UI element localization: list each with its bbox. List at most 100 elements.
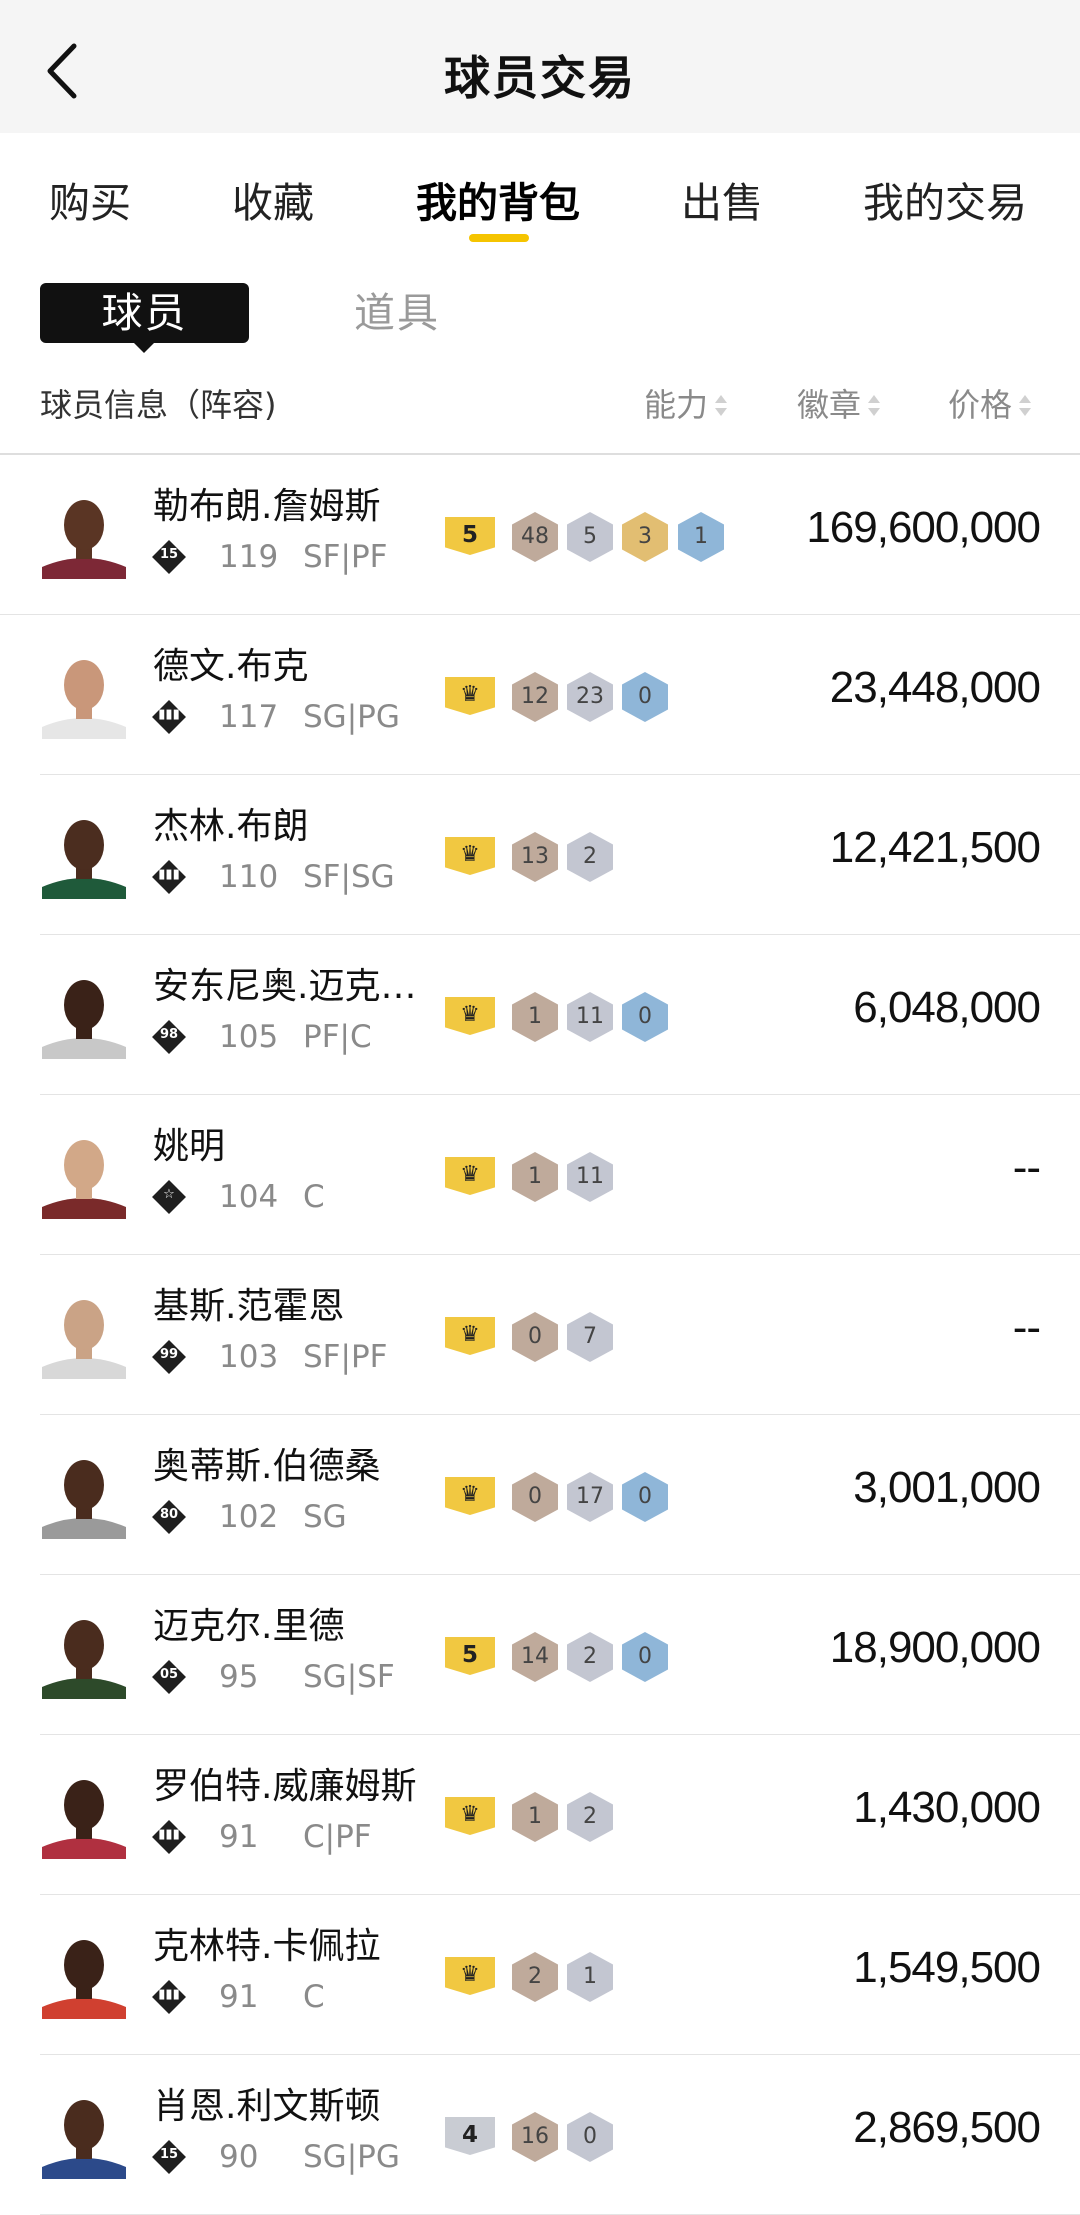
player-row[interactable]: 姚明 ☆ 104 C ♛ 1 11 --: [0, 1095, 1080, 1255]
player-row[interactable]: 德文.布克 ▮▮▮ 117 SG|PG ♛ 12 23 0 23,448,000: [0, 615, 1080, 775]
subtab-players[interactable]: 球员: [40, 283, 249, 343]
player-price: 18,900,000: [829, 1623, 1041, 1672]
crown-tier-icon: ♛: [445, 677, 495, 715]
player-row[interactable]: 迈克尔.里德 05 95 SG|SF 5 14 2 0 18,900,000: [0, 1575, 1080, 1735]
lineup-number: 05: [159, 1667, 179, 1682]
player-row[interactable]: 勒布朗.詹姆斯 15 119 SF|PF 5 48 5 3 1 169,600,000: [0, 455, 1080, 615]
player-name: 德文.布克: [153, 646, 309, 687]
player-row[interactable]: 奥蒂斯.伯德桑 80 102 SG ♛ 0 17 0 3,001,000: [0, 1415, 1080, 1575]
badge-count-bronze: 12: [512, 672, 558, 722]
badge-count-silver: 11: [567, 1152, 613, 1202]
player-ovr: 95: [219, 1659, 259, 1695]
player-name: 肖恩.利文斯顿: [153, 2086, 381, 2127]
sort-icon: [714, 394, 728, 420]
badge-count-bronze: 14: [512, 1632, 558, 1682]
tab-buy[interactable]: 购买: [49, 169, 131, 229]
badge-count-bronze: 48: [512, 512, 558, 562]
player-name: 奥蒂斯.伯德桑: [153, 1446, 381, 1487]
player-name: 基斯.范霍恩: [153, 1286, 345, 1327]
badge-count-silver: 17: [567, 1472, 613, 1522]
sort-icon: [1018, 394, 1032, 420]
title-bar: 球员交易: [0, 0, 1080, 133]
crown-tier-icon: ♛: [445, 997, 495, 1035]
badge-count-bronze: 0: [512, 1472, 558, 1522]
badge-count-silver: 7: [567, 1312, 613, 1362]
player-price: 1,430,000: [853, 1783, 1041, 1832]
column-header-ability[interactable]: 能力: [644, 380, 728, 426]
player-price: 12,421,500: [829, 823, 1041, 872]
lineup-signal-icon: ▮▮▮: [158, 867, 180, 882]
player-position: SF|PF: [303, 539, 388, 575]
player-avatar: [42, 1460, 126, 1539]
player-row[interactable]: 安东尼奥.迈克… 98 105 PF|C ♛ 1 11 0 6,048,000: [0, 935, 1080, 1095]
lineup-number: 80: [159, 1507, 179, 1522]
player-ovr: 104: [219, 1179, 279, 1215]
player-position: SG: [303, 1499, 347, 1535]
player-avatar: [42, 1780, 126, 1859]
player-price: 1,549,500: [853, 1943, 1041, 1992]
badge-count-bronze: 1: [512, 1152, 558, 1202]
badge-count-silver: 23: [567, 672, 613, 722]
tab-my-trades[interactable]: 我的交易: [863, 169, 1027, 229]
badge-count-silver: 5: [567, 512, 613, 562]
lineup-signal-icon: ▮▮▮: [158, 1827, 180, 1842]
player-price: --: [1012, 1143, 1041, 1192]
player-position: C: [303, 1979, 325, 2015]
player-position: SG|PG: [303, 2139, 400, 2175]
column-header-badge[interactable]: 徽章: [797, 380, 881, 426]
player-name: 克林特.卡佩拉: [153, 1926, 381, 1967]
badge-count-blue: 0: [622, 1472, 668, 1522]
crown-tier-icon: ♛: [445, 1477, 495, 1515]
player-name: 杰林.布朗: [153, 806, 309, 847]
subtab-items[interactable]: 道具: [354, 283, 440, 343]
player-avatar: [42, 1300, 126, 1379]
badge-count-silver: 0: [567, 2112, 613, 2162]
player-row[interactable]: 基斯.范霍恩 99 103 SF|PF ♛ 0 7 --: [0, 1255, 1080, 1415]
player-avatar: [42, 820, 126, 899]
lineup-number: 15: [159, 547, 179, 562]
badge-count-bronze: 13: [512, 832, 558, 882]
player-row[interactable]: 罗伯特.威廉姆斯 ▮▮▮ 91 C|PF ♛ 1 2 1,430,000: [0, 1735, 1080, 1895]
badge-count-blue: 1: [678, 512, 724, 562]
lineup-signal-icon: ▮▮▮: [158, 707, 180, 722]
crown-tier-icon: ♛: [445, 1957, 495, 1995]
badge-count-bronze: 1: [512, 992, 558, 1042]
player-position: SG|SF: [303, 1659, 395, 1695]
player-price: 2,869,500: [853, 2103, 1041, 2152]
badge-count-silver: 2: [567, 1632, 613, 1682]
tab-favorites[interactable]: 收藏: [232, 169, 314, 229]
crown-tier-icon: ♛: [445, 1157, 495, 1195]
player-position: SF|SG: [303, 859, 395, 895]
badge-count-blue: 0: [622, 992, 668, 1042]
badge-count-bronze: 0: [512, 1312, 558, 1362]
tab-my-backpack[interactable]: 我的背包: [416, 169, 580, 229]
player-row[interactable]: 肖恩.利文斯顿 15 90 SG|PG 4 16 0 2,869,500: [0, 2055, 1080, 2215]
player-price: 23,448,000: [829, 663, 1041, 712]
player-price: 3,001,000: [853, 1463, 1041, 1512]
player-avatar: [42, 660, 126, 739]
player-ovr: 110: [219, 859, 279, 895]
badge-count-gold: 3: [622, 512, 668, 562]
player-ovr: 91: [219, 1979, 259, 2015]
badge-count-bronze: 2: [512, 1952, 558, 2002]
player-row[interactable]: 克林特.卡佩拉 ▮▮▮ 91 C ♛ 2 1 1,549,500: [0, 1895, 1080, 2055]
lineup-number: 99: [159, 1347, 179, 1362]
lineup-number: 98: [159, 1027, 179, 1042]
player-row[interactable]: 杰林.布朗 ▮▮▮ 110 SF|SG ♛ 13 2 12,421,500: [0, 775, 1080, 935]
crown-tier-icon: ♛: [445, 1317, 495, 1355]
player-avatar: [42, 1620, 126, 1699]
player-avatar: [42, 1940, 126, 2019]
crown-tier-icon: ♛: [445, 1797, 495, 1835]
player-name: 勒布朗.詹姆斯: [153, 486, 381, 527]
column-header-price[interactable]: 价格: [948, 380, 1032, 426]
player-position: PF|C: [303, 1019, 372, 1055]
tab-sell[interactable]: 出售: [681, 169, 763, 229]
badge-count-silver: 2: [567, 1792, 613, 1842]
player-ovr: 105: [219, 1019, 279, 1055]
player-avatar: [42, 500, 126, 579]
player-ovr: 119: [219, 539, 279, 575]
tier-badge: 4: [445, 2117, 495, 2155]
tier-badge: 5: [445, 1637, 495, 1675]
lineup-number: 15: [159, 2147, 179, 2162]
column-header-badge-label: 徽章: [797, 386, 862, 424]
